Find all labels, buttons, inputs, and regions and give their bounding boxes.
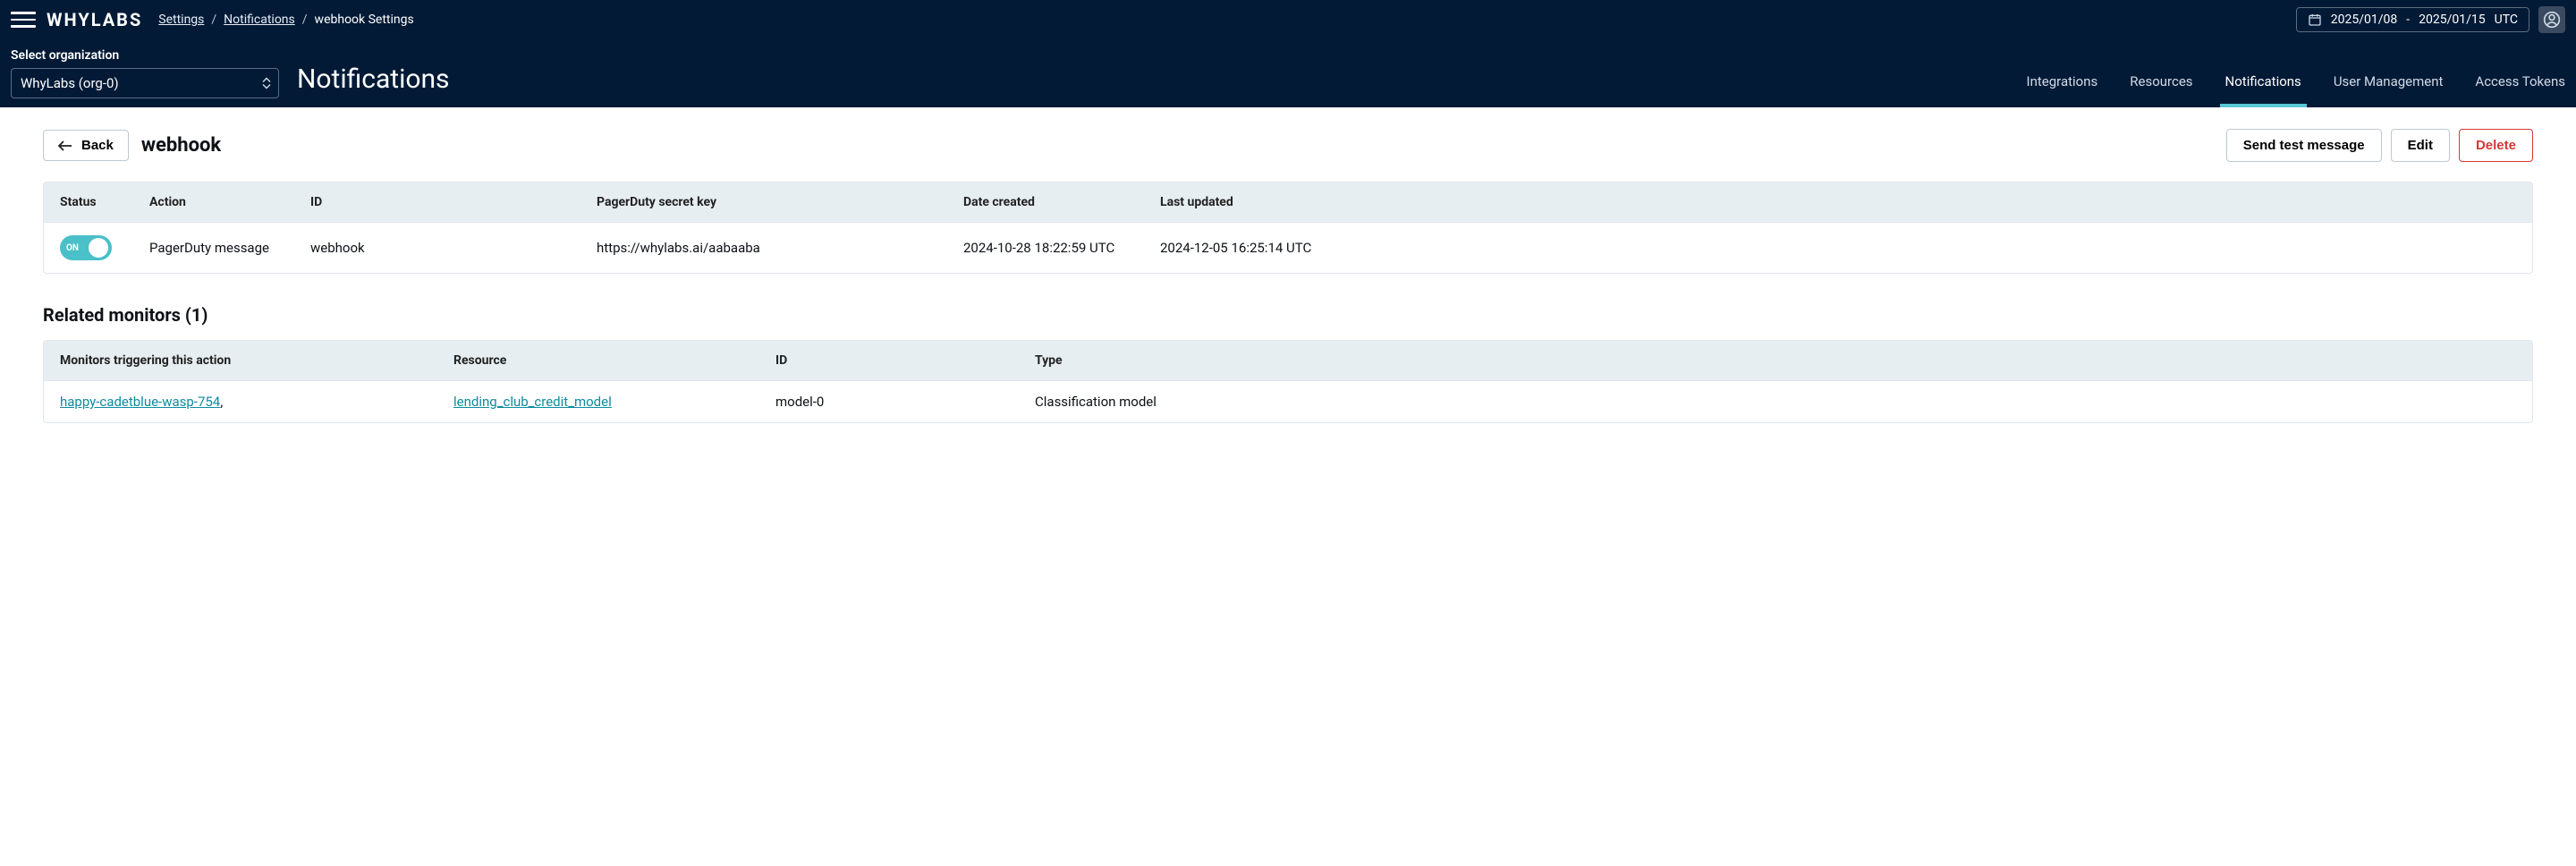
back-button[interactable]: Back bbox=[43, 130, 129, 161]
cell-secret: https://whylabs.ai/aabaaba bbox=[580, 227, 947, 268]
resource-link[interactable]: lending_club_credit_model bbox=[453, 394, 612, 410]
col-secret: PagerDuty secret key bbox=[580, 183, 947, 222]
col-created: Date created bbox=[947, 183, 1144, 222]
org-select[interactable]: WhyLabs (org-0) bbox=[11, 68, 279, 98]
breadcrumb-sep: / bbox=[302, 13, 308, 27]
cell-mon-id: model-0 bbox=[759, 381, 1019, 422]
logo: WHYLABS bbox=[47, 9, 142, 30]
back-label: Back bbox=[81, 138, 114, 153]
org-select-label: Select organization bbox=[11, 48, 279, 63]
col-mon-id: ID bbox=[759, 341, 1019, 380]
cell-monitor: happy-cadetblue-wasp-754, bbox=[44, 381, 437, 422]
user-avatar[interactable] bbox=[2538, 6, 2565, 33]
breadcrumb-sep: / bbox=[211, 13, 216, 27]
col-id: ID bbox=[294, 183, 580, 222]
tab-access-tokens[interactable]: Access Tokens bbox=[2475, 73, 2565, 107]
breadcrumb-current: webhook Settings bbox=[315, 13, 414, 27]
cell-action: PagerDuty message bbox=[133, 227, 294, 268]
user-icon bbox=[2543, 11, 2561, 29]
date-range-picker[interactable]: 2025/01/08 - 2025/01/15 UTC bbox=[2296, 7, 2529, 32]
hamburger-menu[interactable] bbox=[11, 7, 36, 32]
page-title: Notifications bbox=[297, 64, 450, 95]
cell-type: Classification model bbox=[1019, 381, 2532, 422]
chevron-updown-icon bbox=[262, 78, 271, 89]
webhook-table: Status Action ID PagerDuty secret key Da… bbox=[43, 182, 2533, 274]
edit-button[interactable]: Edit bbox=[2391, 129, 2450, 162]
date-tz: UTC bbox=[2495, 13, 2518, 27]
arrow-left-icon bbox=[58, 140, 72, 151]
col-action: Action bbox=[133, 183, 294, 222]
col-updated: Last updated bbox=[1144, 183, 2532, 222]
col-type: Type bbox=[1019, 341, 2532, 380]
calendar-icon bbox=[2308, 13, 2322, 27]
col-resource: Resource bbox=[437, 341, 759, 380]
cell-resource: lending_club_credit_model bbox=[437, 381, 759, 422]
comma: , bbox=[220, 394, 223, 410]
table-row: happy-cadetblue-wasp-754, lending_club_c… bbox=[44, 380, 2532, 422]
delete-button[interactable]: Delete bbox=[2459, 129, 2533, 162]
tab-integrations[interactable]: Integrations bbox=[2027, 73, 2098, 107]
toggle-knob bbox=[89, 238, 108, 258]
date-to: 2025/01/15 bbox=[2419, 13, 2486, 27]
tab-user-management[interactable]: User Management bbox=[2334, 73, 2444, 107]
send-test-button[interactable]: Send test message bbox=[2226, 129, 2382, 162]
breadcrumb: Settings / Notifications / webhook Setti… bbox=[158, 13, 413, 27]
cell-id: webhook bbox=[294, 227, 580, 268]
date-dash: - bbox=[2406, 13, 2410, 27]
detail-title: webhook bbox=[141, 134, 221, 157]
monitor-link[interactable]: happy-cadetblue-wasp-754 bbox=[60, 394, 220, 410]
cell-updated: 2024-12-05 16:25:14 UTC bbox=[1144, 227, 2532, 268]
col-monitor: Monitors triggering this action bbox=[44, 341, 437, 380]
monitors-table: Monitors triggering this action Resource… bbox=[43, 340, 2533, 423]
col-status: Status bbox=[44, 183, 133, 222]
breadcrumb-settings[interactable]: Settings bbox=[158, 13, 204, 27]
status-toggle[interactable]: ON bbox=[60, 235, 112, 260]
cell-created: 2024-10-28 18:22:59 UTC bbox=[947, 227, 1144, 268]
tab-resources[interactable]: Resources bbox=[2130, 73, 2192, 107]
date-from: 2025/01/08 bbox=[2331, 13, 2398, 27]
breadcrumb-notifications[interactable]: Notifications bbox=[224, 13, 295, 27]
tab-notifications[interactable]: Notifications bbox=[2225, 73, 2301, 107]
related-monitors-title: Related monitors (1) bbox=[43, 304, 2533, 326]
toggle-label: ON bbox=[66, 243, 79, 253]
org-select-value: WhyLabs (org-0) bbox=[21, 75, 119, 91]
table-row: ON PagerDuty message webhook https://why… bbox=[44, 222, 2532, 273]
